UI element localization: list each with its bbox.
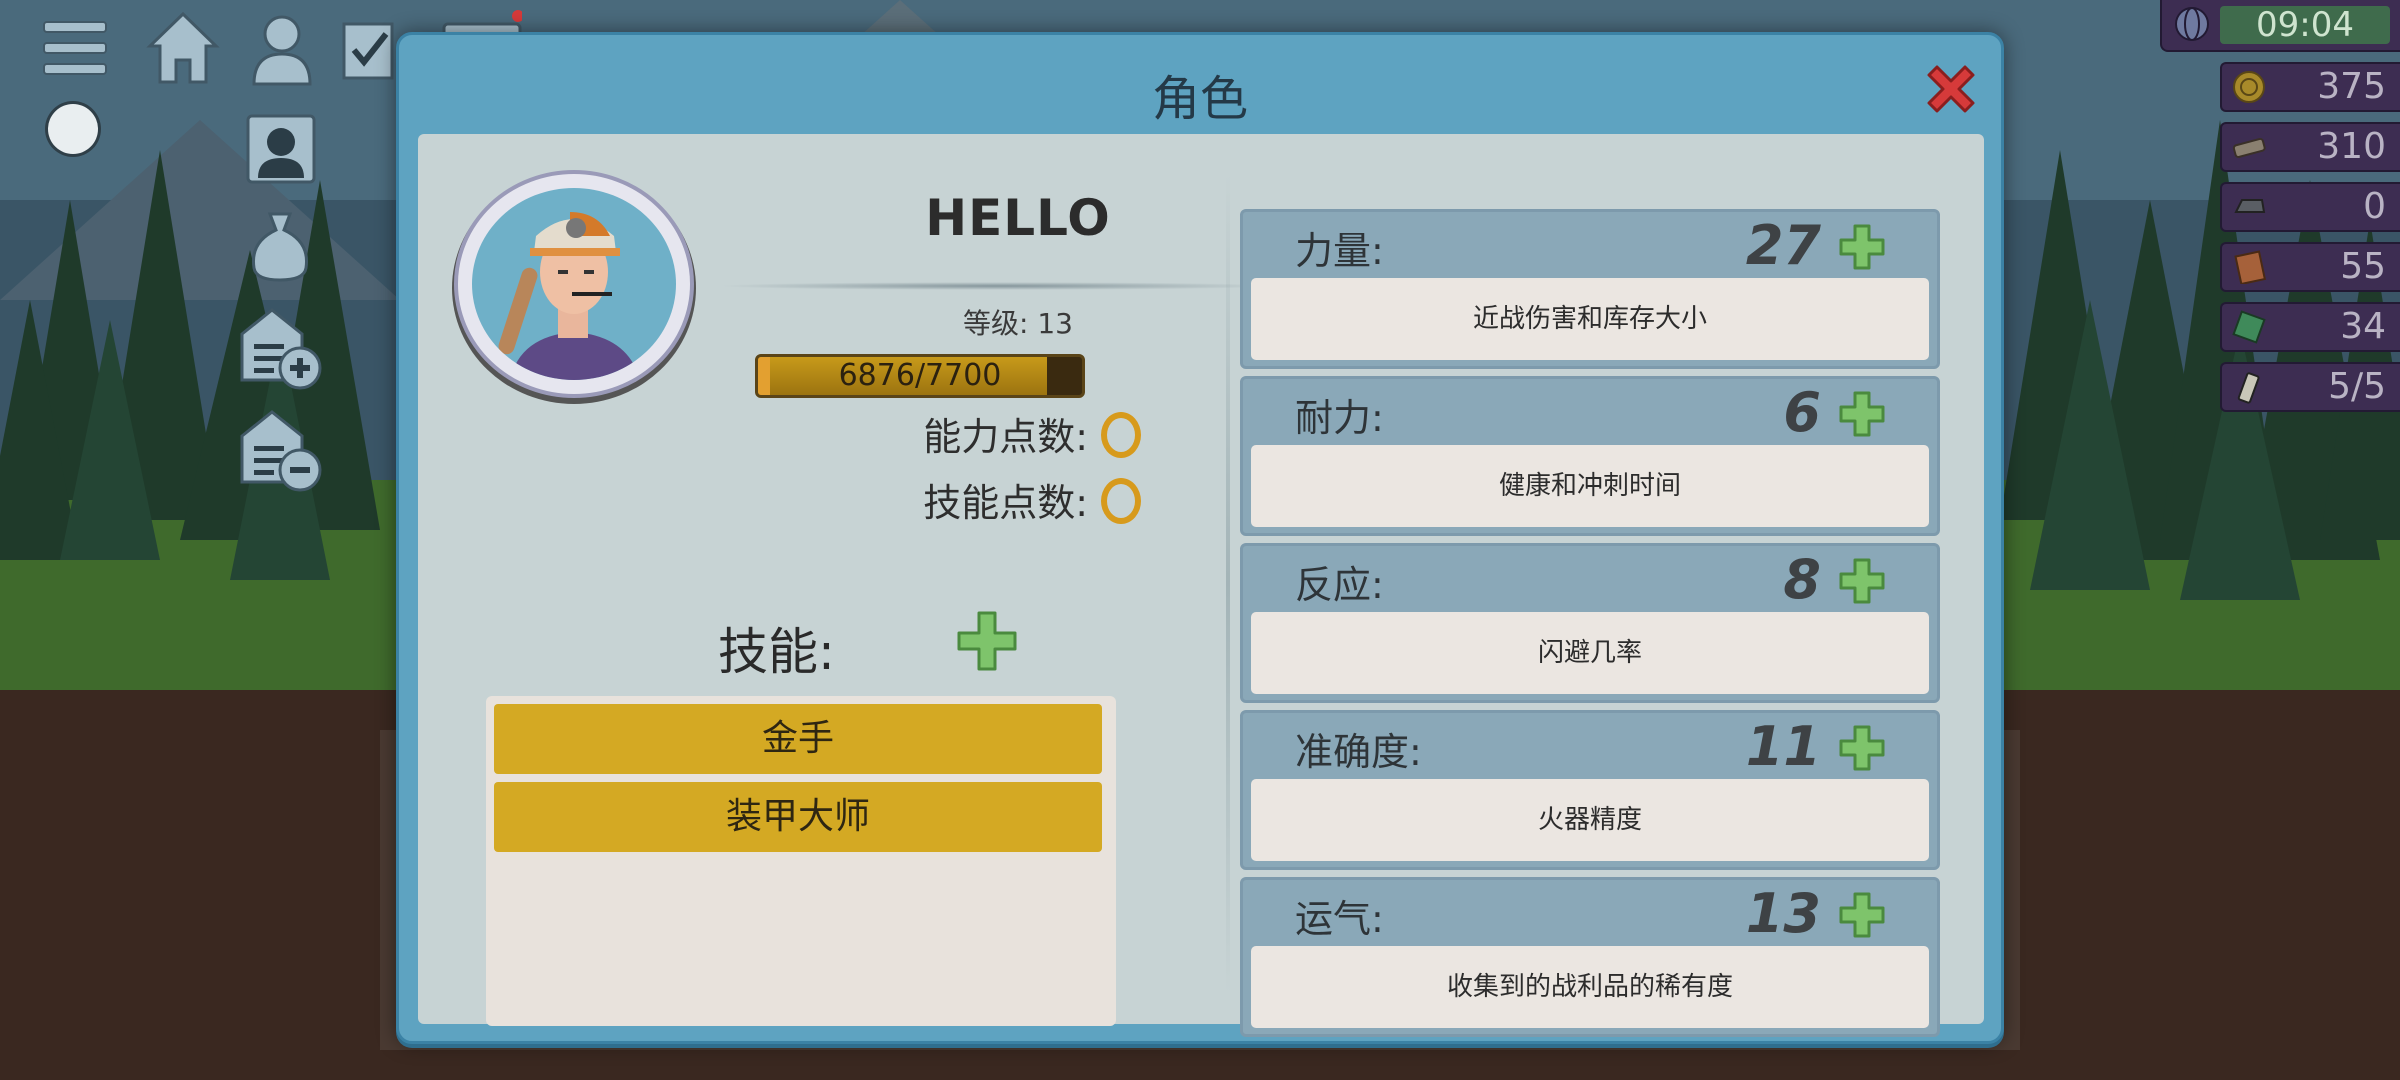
stat-description: 闪避几率 xyxy=(1251,612,1929,694)
resource-value: 0 xyxy=(2363,186,2386,227)
resource-ingot: 0 xyxy=(2220,182,2400,232)
stat-plus-button[interactable] xyxy=(1837,389,1887,439)
xp-bar: 6876/7700 xyxy=(755,354,1085,398)
resource-value: 55 xyxy=(2340,246,2386,287)
clock-time: 09:04 xyxy=(2220,6,2390,44)
xp-text: 6876/7700 xyxy=(838,358,1002,393)
close-button[interactable] xyxy=(1923,61,1979,117)
skills-label: 技能: xyxy=(718,623,835,681)
home-icon xyxy=(146,11,220,84)
plus-icon xyxy=(1839,892,1885,938)
plus-icon xyxy=(1839,558,1885,604)
loot-bag-button[interactable] xyxy=(248,208,312,284)
close-icon xyxy=(1927,65,1975,113)
stat-plus-button[interactable] xyxy=(1837,723,1887,773)
plus-icon xyxy=(1839,725,1885,771)
remove-base-button[interactable] xyxy=(236,406,326,496)
skills-list: 金手 装甲大师 xyxy=(486,696,1116,1026)
globe-icon xyxy=(2175,7,2209,41)
stat-value: 27 xyxy=(1745,214,1821,277)
ability-points-label: 能力点数: xyxy=(923,415,1088,459)
resource-battery: 5/5 xyxy=(2220,362,2400,412)
resource-book: 55 xyxy=(2220,242,2400,292)
character-dialog: 角色 HELLO 等级: 13 6876/7700 能力点数: 技能点数: 技能… xyxy=(396,32,2004,1044)
level-label: 等级: xyxy=(963,307,1029,340)
coin-icon xyxy=(2233,71,2265,103)
stat-name: 准确度: xyxy=(1295,730,1422,774)
resource-value: 310 xyxy=(2317,126,2386,167)
stat-name: 耐力: xyxy=(1295,396,1384,440)
ability-points-value xyxy=(1101,412,1141,458)
resource-value: 5/5 xyxy=(2328,366,2386,407)
stat-value: 13 xyxy=(1745,882,1821,945)
stat-accuracy: 准确度: 11 火器精度 xyxy=(1240,710,1940,870)
level-value: 13 xyxy=(1037,307,1073,340)
stat-description: 收集到的战利品的稀有度 xyxy=(1251,946,1929,1028)
character-avatar xyxy=(452,170,696,404)
profile-icon xyxy=(252,15,312,86)
stat-value: 8 xyxy=(1783,548,1821,611)
stat-plus-button[interactable] xyxy=(1837,890,1887,940)
add-base-button[interactable] xyxy=(236,304,326,394)
stat-name: 力量: xyxy=(1295,229,1384,273)
stat-description: 火器精度 xyxy=(1251,779,1929,861)
character-level: 等级: 13 xyxy=(778,302,1258,342)
stat-luck: 运气: 13 收集到的战利品的稀有度 xyxy=(1240,877,1940,1037)
character-card-button[interactable] xyxy=(244,112,318,186)
home-button[interactable] xyxy=(146,10,220,86)
resource-value: 375 xyxy=(2317,66,2386,107)
battery-icon xyxy=(2237,372,2260,404)
character-name: HELLO xyxy=(925,189,1111,247)
skill-points-value xyxy=(1101,478,1141,524)
add-base-icon xyxy=(240,308,322,390)
stat-name: 运气: xyxy=(1295,897,1384,941)
resource-coin: 375 xyxy=(2220,62,2400,112)
stat-reaction: 反应: 8 闪避几率 xyxy=(1240,543,1940,703)
stat-plus-button[interactable] xyxy=(1837,222,1887,272)
ingot-icon xyxy=(2234,199,2266,213)
stat-plus-button[interactable] xyxy=(1837,556,1887,606)
resource-scrap: 310 xyxy=(2220,122,2400,172)
menu-icon xyxy=(43,21,107,75)
add-skill-button[interactable] xyxy=(955,609,1019,673)
character-card-icon xyxy=(246,114,316,184)
circuit-icon xyxy=(2232,310,2266,344)
dialog-body: HELLO 等级: 13 6876/7700 能力点数: 技能点数: 技能: 金… xyxy=(418,134,1984,1037)
tasks-button[interactable] xyxy=(340,18,396,82)
stat-strength: 力量: 27 近战伤害和库存大小 xyxy=(1240,209,1940,369)
skill-item[interactable]: 装甲大师 xyxy=(494,782,1102,852)
skill-item[interactable]: 金手 xyxy=(494,704,1102,774)
stat-description: 健康和冲刺时间 xyxy=(1251,445,1929,527)
plus-icon xyxy=(1839,391,1885,437)
book-icon xyxy=(2234,250,2266,284)
skill-points-label: 技能点数: xyxy=(923,481,1088,525)
stat-stamina: 耐力: 6 健康和冲刺时间 xyxy=(1240,376,1940,536)
plus-icon xyxy=(1839,224,1885,270)
profile-button[interactable] xyxy=(250,12,314,86)
loot-bag-icon xyxy=(251,212,309,282)
stat-description: 近战伤害和库存大小 xyxy=(1251,278,1929,360)
column-divider xyxy=(1226,174,1230,994)
stat-value: 6 xyxy=(1783,381,1821,444)
tasks-icon xyxy=(342,22,394,80)
clock-panel: 09:04 xyxy=(2160,0,2400,52)
scrap-icon xyxy=(2232,137,2266,158)
dialog-title: 角色 xyxy=(1151,71,1248,127)
remove-base-icon xyxy=(240,410,322,492)
stat-name: 反应: xyxy=(1295,563,1384,607)
menu-button[interactable] xyxy=(40,16,110,80)
resource-value: 34 xyxy=(2340,306,2386,347)
plus-icon xyxy=(957,611,1017,671)
resource-circuit: 34 xyxy=(2220,302,2400,352)
stat-value: 11 xyxy=(1745,715,1821,778)
name-underline xyxy=(718,282,1278,290)
joystick-dot[interactable] xyxy=(48,104,98,154)
